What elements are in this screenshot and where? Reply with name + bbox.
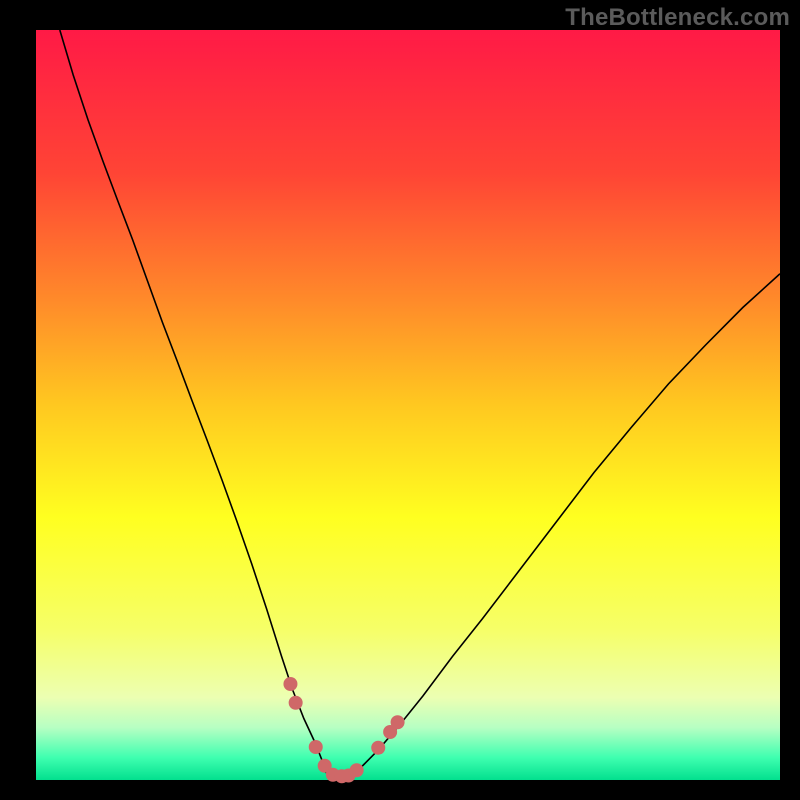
highlight-dot — [283, 677, 297, 691]
plot-background — [36, 30, 780, 780]
chart-frame: TheBottleneck.com — [0, 0, 800, 800]
highlight-dot — [391, 715, 405, 729]
highlight-dot — [371, 741, 385, 755]
highlight-dot — [289, 696, 303, 710]
bottleneck-plot — [0, 0, 800, 800]
highlight-dot — [350, 763, 364, 777]
highlight-dot — [309, 740, 323, 754]
watermark-text: TheBottleneck.com — [565, 4, 790, 32]
